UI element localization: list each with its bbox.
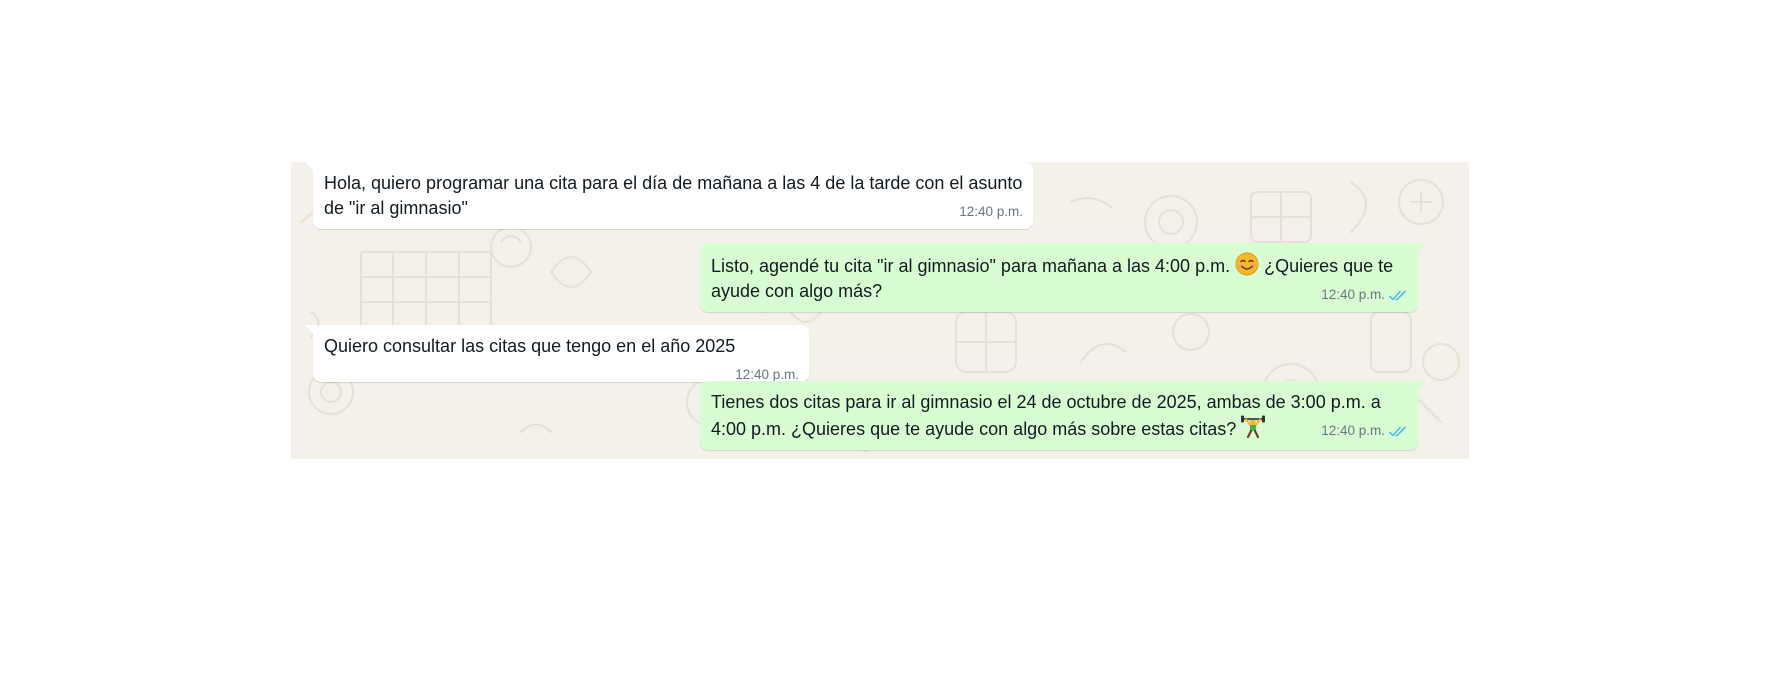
- message-meta: 12:40 p.m.: [1321, 287, 1408, 302]
- bubble-tail: [305, 325, 317, 338]
- message-text: Tienes dos citas para ir al gimnasio el …: [711, 392, 1381, 439]
- chat-panel: Hola, quiero programar una cita para el …: [291, 162, 1469, 459]
- message-time: 12:40 p.m.: [1321, 287, 1385, 302]
- double-check-read-icon: [1389, 426, 1406, 437]
- message-text: Hola, quiero programar una cita para el …: [324, 173, 1023, 218]
- message-text: Listo, agendé tu cita "ir al gimnasio" p…: [711, 256, 1231, 276]
- message-time: 12:40 p.m.: [735, 367, 799, 382]
- message-incoming[interactable]: Hola, quiero programar una cita para el …: [305, 162, 1033, 229]
- smiling-face-icon: [1235, 252, 1259, 276]
- weightlifter-icon: [1241, 415, 1266, 439]
- message-time: 12:40 p.m.: [1321, 423, 1385, 438]
- bubble-tail: [305, 162, 317, 175]
- bubble-tail: [1414, 381, 1426, 394]
- message-meta: 12:40 p.m.: [1321, 423, 1408, 438]
- double-check-read-icon: [1389, 290, 1406, 301]
- message-outgoing[interactable]: Listo, agendé tu cita "ir al gimnasio" p…: [700, 243, 1426, 312]
- message-time: 12:40 p.m.: [959, 204, 1023, 219]
- message-incoming[interactable]: Quiero consultar las citas que tengo en …: [305, 325, 809, 382]
- message-outgoing[interactable]: Tienes dos citas para ir al gimnasio el …: [700, 381, 1426, 450]
- bubble-tail: [1414, 243, 1426, 256]
- message-text: Quiero consultar las citas que tengo en …: [324, 336, 736, 356]
